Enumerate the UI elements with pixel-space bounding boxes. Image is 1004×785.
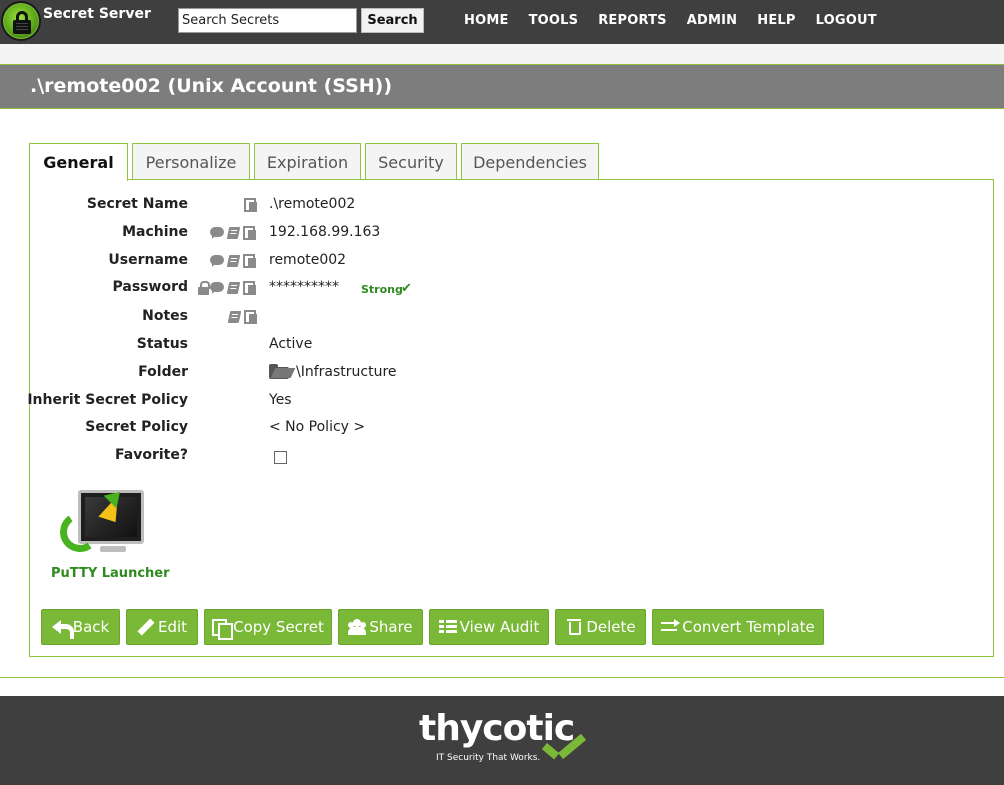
field-value-password: **********	[269, 279, 339, 295]
divider	[0, 677, 1004, 678]
brand-name[interactable]: Secret Server	[43, 6, 151, 22]
trash-icon	[565, 619, 583, 635]
nav-tools[interactable]: TOOLS	[529, 13, 579, 28]
field-value-folder[interactable]: \Infrastructure	[296, 364, 397, 380]
field-value-secret-name: .\remote002	[269, 196, 356, 212]
field-label-username: Username	[108, 252, 188, 268]
field-label-secret-policy: Secret Policy	[85, 419, 188, 435]
field-value-username: remote002	[269, 252, 347, 268]
share-button-label: Share	[369, 618, 413, 636]
machine-icons	[210, 226, 257, 240]
users-icon	[348, 619, 367, 635]
field-label-inherit-secret-policy: Inherit Secret Policy	[27, 392, 188, 408]
field-label-notes: Notes	[142, 308, 188, 324]
back-button-label: Back	[72, 618, 110, 636]
lock-icon[interactable]	[197, 281, 210, 295]
field-value-status: Active	[269, 336, 313, 352]
field-value-secret-policy: < No Policy >	[269, 419, 366, 435]
field-label-machine: Machine	[122, 224, 188, 240]
pencil-icon	[137, 619, 155, 635]
swap-arrows-icon	[661, 619, 681, 635]
top-bar: Secret Server Search HOME TOOLS REPORTS …	[0, 0, 1004, 44]
copy-icon	[212, 619, 234, 640]
convert-template-button[interactable]: Convert Template	[652, 609, 824, 645]
copy-secret-button[interactable]: Copy Secret	[204, 609, 332, 645]
page-title: .\remote002 (Unix Account (SSH))	[30, 75, 393, 97]
convert-template-button-label: Convert Template	[682, 618, 815, 636]
comment-icon[interactable]	[210, 281, 225, 295]
tab-expiration[interactable]: Expiration	[254, 143, 361, 180]
tab-personalize[interactable]: Personalize	[132, 143, 250, 180]
putty-launcher-link[interactable]: PuTTY Launcher	[51, 566, 170, 581]
field-value-machine: 192.168.99.163	[269, 224, 381, 240]
main-nav: HOME TOOLS REPORTS ADMIN HELP LOGOUT	[464, 13, 897, 28]
field-label-password: Password	[112, 279, 188, 295]
search-button[interactable]: Search	[361, 8, 424, 33]
edit-button-label: Edit	[157, 618, 188, 636]
nav-logout[interactable]: LOGOUT	[816, 13, 877, 28]
book-icon[interactable]	[226, 226, 241, 240]
secret-name-icons	[243, 198, 258, 212]
delete-button-label: Delete	[586, 618, 636, 636]
book-icon[interactable]	[226, 281, 241, 295]
nav-help[interactable]: HELP	[757, 13, 795, 28]
delete-button[interactable]: Delete	[555, 609, 646, 645]
title-band: .\remote002 (Unix Account (SSH))	[0, 64, 1004, 109]
field-label-folder: Folder	[138, 364, 188, 380]
checkmark-icon	[547, 731, 583, 761]
copy-icon[interactable]	[242, 281, 257, 295]
general-panel	[29, 179, 994, 657]
username-icons	[210, 254, 257, 268]
search-input[interactable]	[178, 8, 357, 33]
view-audit-button[interactable]: View Audit	[429, 609, 549, 645]
view-audit-button-label: View Audit	[459, 618, 540, 636]
copy-icon[interactable]	[243, 198, 258, 212]
nav-reports[interactable]: REPORTS	[598, 13, 667, 28]
field-label-secret-name: Secret Name	[86, 196, 188, 212]
book-icon[interactable]	[226, 254, 241, 268]
comment-icon[interactable]	[210, 226, 225, 240]
copy-icon[interactable]	[243, 310, 258, 324]
footer-tagline: IT Security That Works.	[436, 753, 541, 763]
comment-icon[interactable]	[210, 254, 225, 268]
book-icon[interactable]	[227, 310, 242, 324]
field-label-favorite: Favorite?	[115, 447, 188, 463]
copy-secret-button-label: Copy Secret	[233, 618, 324, 636]
nav-home[interactable]: HOME	[464, 13, 509, 28]
nav-admin[interactable]: ADMIN	[687, 13, 738, 28]
favorite-checkbox[interactable]	[274, 451, 287, 464]
field-value-inherit-secret-policy: Yes	[269, 392, 292, 408]
share-button[interactable]: Share	[338, 609, 423, 645]
lock-icon[interactable]	[1, 1, 41, 41]
sub-bar	[0, 44, 1004, 64]
putty-launcher-icon[interactable]	[56, 485, 150, 562]
back-button[interactable]: Back	[41, 609, 120, 645]
copy-icon[interactable]	[242, 226, 257, 240]
tab-security[interactable]: Security	[365, 143, 457, 180]
tab-general[interactable]: General	[29, 143, 128, 181]
list-icon	[438, 619, 457, 635]
field-label-status: Status	[136, 336, 188, 352]
reply-arrow-icon	[51, 619, 74, 639]
checkmark-icon: ✔	[401, 281, 412, 296]
password-icons	[197, 281, 257, 295]
tab-dependencies[interactable]: Dependencies	[461, 143, 599, 180]
password-strength: Strong	[361, 283, 403, 296]
footer: thycotic IT Security That Works.	[0, 696, 1004, 785]
notes-icons	[227, 310, 258, 324]
edit-button[interactable]: Edit	[126, 609, 198, 645]
copy-icon[interactable]	[242, 254, 257, 268]
